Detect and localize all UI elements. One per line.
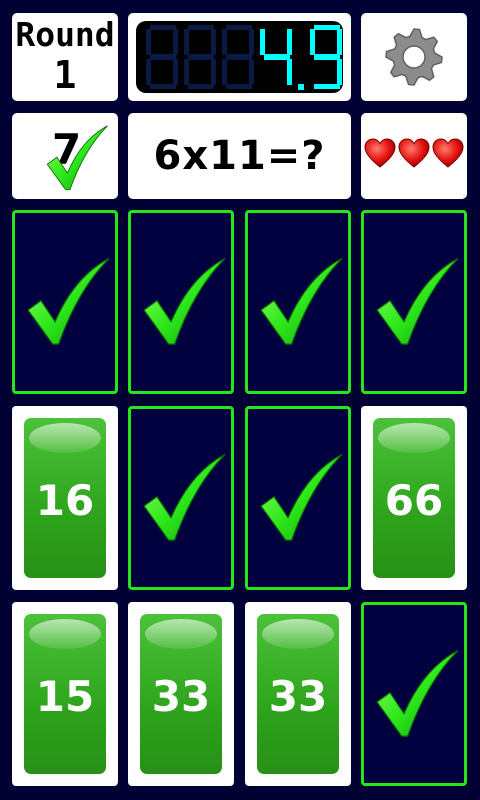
score-panel: 7 bbox=[12, 113, 118, 199]
card-face: 33 bbox=[257, 614, 339, 774]
heart-icon bbox=[398, 138, 430, 168]
checkmark-icon bbox=[137, 251, 231, 355]
round-number: 1 bbox=[53, 53, 77, 97]
card-value: 15 bbox=[35, 672, 95, 721]
card-shine bbox=[262, 619, 334, 649]
timer-decimal-point bbox=[298, 84, 304, 90]
card-value: 16 bbox=[35, 476, 95, 525]
timer-digits bbox=[146, 25, 342, 90]
card-answer[interactable]: 15 bbox=[12, 602, 118, 786]
card-shine bbox=[29, 423, 101, 453]
card-face: 66 bbox=[373, 418, 455, 578]
timer-panel bbox=[128, 13, 351, 101]
settings-button[interactable] bbox=[361, 13, 467, 101]
checkmark-icon bbox=[254, 447, 348, 551]
lives-panel bbox=[361, 113, 467, 199]
checkmark-icon bbox=[370, 643, 464, 747]
timer-digit bbox=[310, 25, 342, 89]
heart-icon bbox=[364, 138, 396, 168]
round-indicator: Round 1 bbox=[12, 13, 118, 101]
timer-ghost-digit bbox=[146, 25, 178, 89]
card-matched[interactable] bbox=[361, 210, 467, 394]
heart-icon bbox=[432, 138, 464, 168]
card-value: 66 bbox=[384, 476, 444, 525]
gear-icon bbox=[385, 28, 443, 86]
card-face: 33 bbox=[140, 614, 222, 774]
card-face: 15 bbox=[24, 614, 106, 774]
card-answer[interactable]: 16 bbox=[12, 406, 118, 590]
checkmark-icon bbox=[42, 119, 112, 199]
card-face: 16 bbox=[24, 418, 106, 578]
card-matched[interactable] bbox=[245, 210, 351, 394]
checkmark-icon bbox=[137, 447, 231, 551]
card-matched[interactable] bbox=[12, 210, 118, 394]
round-label: Round bbox=[15, 15, 115, 54]
card-matched[interactable] bbox=[245, 406, 351, 590]
question-panel: 6x11=? bbox=[128, 113, 351, 199]
card-shine bbox=[29, 619, 101, 649]
card-shine bbox=[145, 619, 217, 649]
card-answer[interactable]: 33 bbox=[128, 602, 234, 786]
card-matched[interactable] bbox=[128, 406, 234, 590]
card-shine bbox=[378, 423, 450, 453]
checkmark-icon bbox=[254, 251, 348, 355]
checkmark-icon bbox=[370, 251, 464, 355]
question-text: 6x11=? bbox=[153, 133, 326, 179]
timer-ghost-digit bbox=[222, 25, 254, 89]
card-answer[interactable]: 33 bbox=[245, 602, 351, 786]
timer-digit bbox=[260, 29, 292, 85]
timer-display bbox=[136, 21, 343, 93]
checkmark-icon bbox=[21, 251, 115, 355]
card-matched[interactable] bbox=[361, 602, 467, 786]
lives-hearts bbox=[361, 138, 467, 174]
card-value: 33 bbox=[268, 672, 328, 721]
timer-ghost-digit bbox=[184, 25, 216, 89]
card-value: 33 bbox=[151, 672, 211, 721]
card-matched[interactable] bbox=[128, 210, 234, 394]
card-answer[interactable]: 66 bbox=[361, 406, 467, 590]
